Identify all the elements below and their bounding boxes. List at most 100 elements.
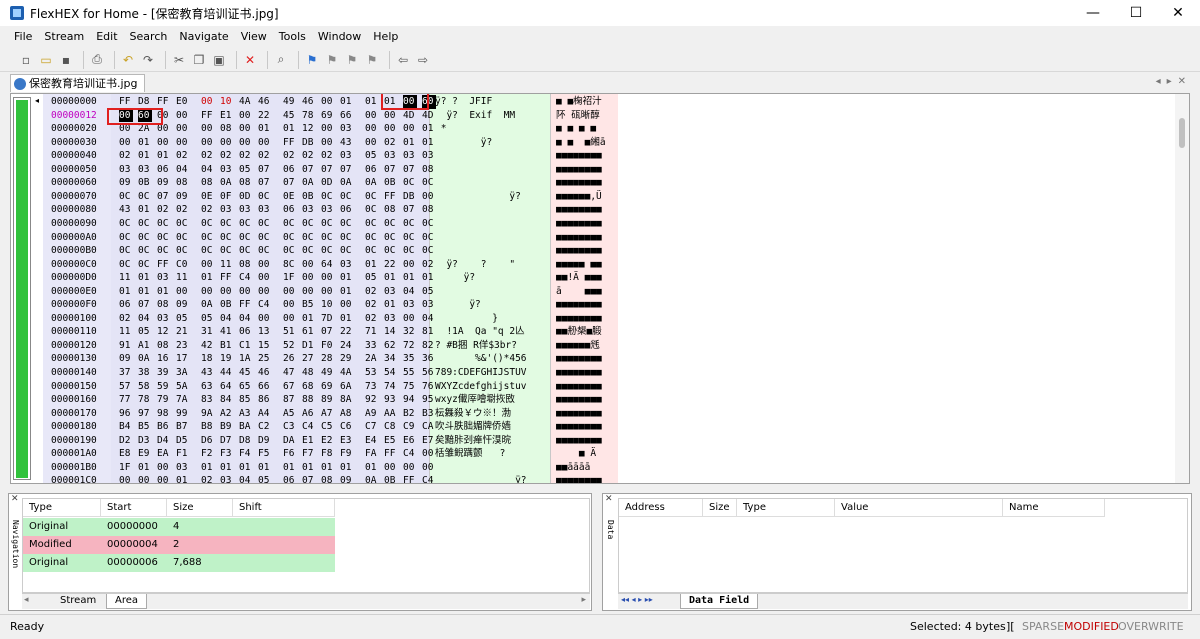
- hex-byte[interactable]: 01: [239, 461, 253, 475]
- row-hex-bytes[interactable]: 11 05 12 21 31 41 06 13 51 61 07 22 71 14 32 81: [119, 325, 433, 339]
- hex-byte[interactable]: 32: [403, 325, 417, 339]
- row-ascii[interactable]: ? #B捆 R佯$3br?: [435, 339, 547, 353]
- hex-byte[interactable]: 08: [201, 176, 215, 190]
- hex-row[interactable]: 00000180 B4 B5 B6 B7 B8 B9 BA C2 C3 C4 C5 C6 C7 C8 C9 CA…: [11, 420, 631, 434]
- hex-row[interactable]: 000001B0 1F 01 00 03 01 01 01 01 01 01 01 01 01 00 00 00…: [11, 461, 631, 475]
- hex-byte[interactable]: 01: [157, 149, 171, 163]
- hex-byte[interactable]: BA: [239, 420, 253, 434]
- hex-row[interactable]: 00000140 37 38 39 3A 43 44 45 46 47 48 49 4A 53 54 55 56…: [11, 366, 631, 380]
- hex-byte[interactable]: 43: [201, 366, 215, 380]
- hex-byte[interactable]: 35: [403, 352, 417, 366]
- hex-byte[interactable]: 00: [157, 122, 171, 136]
- hex-byte[interactable]: 00: [365, 109, 379, 123]
- row-unicode[interactable]: ā ■■■: [556, 285, 618, 299]
- hex-byte[interactable]: 01: [220, 461, 234, 475]
- hex-byte[interactable]: 02: [422, 258, 436, 272]
- hex-byte[interactable]: 00: [283, 298, 297, 312]
- hex-byte[interactable]: 0C: [138, 231, 152, 245]
- row-unicode[interactable]: ■ Ä: [556, 447, 618, 461]
- hex-byte[interactable]: 0C: [138, 217, 152, 231]
- hex-byte[interactable]: 02: [201, 474, 215, 483]
- hex-byte[interactable]: 04: [220, 312, 234, 326]
- hex-byte[interactable]: 07: [283, 176, 297, 190]
- find-icon[interactable]: ⌕: [273, 52, 289, 68]
- hex-byte[interactable]: 05: [258, 474, 272, 483]
- hex-byte[interactable]: 00: [302, 271, 316, 285]
- hex-byte[interactable]: 01: [384, 95, 398, 109]
- hex-byte[interactable]: 11: [176, 271, 190, 285]
- row-hex-bytes[interactable]: 0C 0C 0C 0C 0C 0C 0C 0C 0C 0C 0C 0C 0C 0C 0C 0C: [119, 244, 433, 258]
- hex-byte[interactable]: 03: [422, 149, 436, 163]
- hex-byte[interactable]: 02: [119, 312, 133, 326]
- hex-byte[interactable]: 23: [176, 339, 190, 353]
- hex-byte[interactable]: 99: [176, 407, 190, 421]
- hex-byte[interactable]: 02: [321, 149, 335, 163]
- hex-byte[interactable]: 00: [403, 312, 417, 326]
- hex-byte[interactable]: 03: [119, 163, 133, 177]
- hex-byte[interactable]: 82: [422, 339, 436, 353]
- hex-byte[interactable]: 0C: [176, 217, 190, 231]
- row-unicode[interactable]: ■■■■■■■■: [556, 393, 618, 407]
- hex-byte[interactable]: 78: [302, 109, 316, 123]
- hex-row[interactable]: 00000110 11 05 12 21 31 41 06 13 51 61 07 22 71 14 32 81…: [11, 325, 631, 339]
- column-header-size[interactable]: Size: [167, 499, 233, 517]
- hex-byte[interactable]: 01: [302, 312, 316, 326]
- hex-byte[interactable]: 01: [283, 461, 297, 475]
- row-hex-bytes[interactable]: 77 78 79 7A 83 84 85 86 87 88 89 8A 92 93 94 95: [119, 393, 433, 407]
- row-hex-bytes[interactable]: 0C 0C 07 09 0E 0F 0D 0C 0E 0B 0C 0C 0C FF DB 00: [119, 190, 433, 204]
- minimize-button[interactable]: —: [1073, 0, 1113, 26]
- hex-byte[interactable]: 81: [422, 325, 436, 339]
- hex-byte[interactable]: 11: [119, 271, 133, 285]
- hex-byte[interactable]: 02: [119, 149, 133, 163]
- hex-byte[interactable]: 09: [157, 176, 171, 190]
- hex-byte[interactable]: 38: [138, 366, 152, 380]
- hex-byte[interactable]: 7D: [321, 312, 335, 326]
- hex-byte[interactable]: 0C: [258, 190, 272, 204]
- hex-byte[interactable]: 08: [384, 203, 398, 217]
- row-hex-bytes[interactable]: 57 58 59 5A 63 64 65 66 67 68 69 6A 73 74 75 76: [119, 380, 433, 394]
- back-icon[interactable]: ⇦: [395, 52, 411, 68]
- scroll-left-icon[interactable]: ◂: [24, 595, 29, 605]
- row-hex-bytes[interactable]: 02 01 01 02 02 02 02 02 02 02 02 03 05 03 03 03: [119, 149, 433, 163]
- hex-byte[interactable]: 00: [258, 271, 272, 285]
- hex-byte[interactable]: 69: [321, 380, 335, 394]
- row-unicode[interactable]: ■■■■■ ■■: [556, 258, 618, 272]
- hex-byte[interactable]: 57: [119, 380, 133, 394]
- hex-byte[interactable]: 01: [340, 271, 354, 285]
- hex-byte[interactable]: E1: [220, 109, 234, 123]
- hex-byte[interactable]: 0C: [201, 231, 215, 245]
- data-nav-arrows[interactable]: ◂◂ ◂ ▸ ▸▸: [621, 595, 653, 604]
- hex-byte[interactable]: 0C: [321, 244, 335, 258]
- hex-byte[interactable]: 12: [157, 325, 171, 339]
- hex-byte[interactable]: 03: [302, 203, 316, 217]
- row-hex-bytes[interactable]: 1F 01 00 03 01 01 01 01 01 01 01 01 01 00 00 00: [119, 461, 433, 475]
- print-icon[interactable]: ⎙: [89, 52, 105, 68]
- hex-byte[interactable]: 00: [384, 109, 398, 123]
- hex-byte[interactable]: 0C: [365, 231, 379, 245]
- hex-byte[interactable]: 00: [157, 461, 171, 475]
- hex-byte[interactable]: 00: [384, 461, 398, 475]
- row-ascii[interactable]: ÿ? ? ": [435, 258, 547, 272]
- row-ascii[interactable]: ÿ?: [435, 136, 547, 150]
- hex-row[interactable]: 00000050 03 03 06 04 04 03 05 07 06 07 07 07 06 07 07 08…: [11, 163, 631, 177]
- hex-byte[interactable]: 62: [384, 339, 398, 353]
- hex-byte[interactable]: FF: [119, 95, 133, 109]
- document-tab[interactable]: 保密教育培训证书.jpg: [10, 74, 145, 92]
- hex-byte[interactable]: 14: [384, 325, 398, 339]
- hex-byte[interactable]: 12: [302, 122, 316, 136]
- hex-byte[interactable]: 01: [340, 461, 354, 475]
- hex-byte[interactable]: 10: [321, 298, 335, 312]
- bookmark-clear-icon[interactable]: ⚑: [364, 52, 380, 68]
- hex-byte[interactable]: C3: [283, 420, 297, 434]
- hex-byte[interactable]: A8: [340, 407, 354, 421]
- row-unicode[interactable]: ■ ■ ■緗ā: [556, 136, 618, 150]
- hex-byte[interactable]: 88: [302, 393, 316, 407]
- row-ascii[interactable]: 789:CDEFGHIJSTUV: [435, 366, 547, 380]
- hex-byte[interactable]: C2: [258, 420, 272, 434]
- hex-byte[interactable]: 00: [220, 285, 234, 299]
- hex-byte[interactable]: 0C: [119, 244, 133, 258]
- hex-byte[interactable]: 4D: [422, 109, 436, 123]
- hex-byte[interactable]: 09: [119, 176, 133, 190]
- row-unicode[interactable]: ■■■■■■■■: [556, 474, 618, 483]
- menu-tools[interactable]: Tools: [279, 30, 306, 43]
